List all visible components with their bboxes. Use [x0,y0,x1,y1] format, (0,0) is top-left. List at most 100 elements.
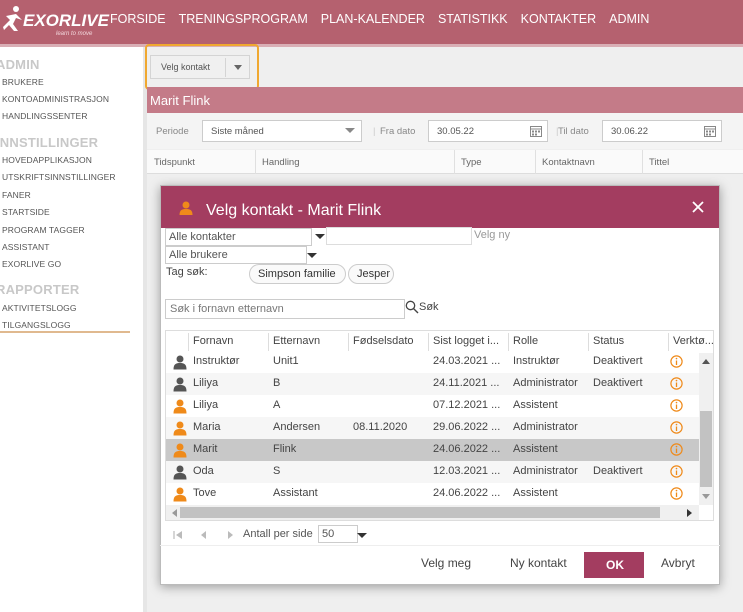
vertical-scroll-thumb[interactable] [700,411,712,487]
avbryt-button[interactable]: Avbryt [661,556,695,570]
col-etternavn[interactable]: Etternavn [273,335,320,347]
table-row[interactable]: Instruktør Unit1 24.03.2021 ... Instruktør D… [166,351,699,373]
chevron-down-icon[interactable] [357,533,367,538]
fra-dato-field[interactable]: 30.05.22 [428,120,548,142]
info-icon[interactable] [670,355,683,368]
col-tittel[interactable]: Tittel [649,157,669,168]
table-row[interactable]: Liliya A 07.12.2021 ... Assistent [166,395,699,417]
col-tidspunkt[interactable]: Tidspunkt [154,157,195,168]
nav-plan-kalender[interactable]: PLAN-KALENDER [321,12,425,26]
col-verktoy[interactable]: Verktø... [673,335,713,347]
per-page-select[interactable]: 50 [318,525,358,543]
scroll-down-icon[interactable] [701,493,711,501]
scroll-up-icon[interactable] [701,357,711,365]
search-icon[interactable] [405,300,419,314]
selected-contact-band: Marit Flink [147,87,743,113]
prev-page-icon[interactable] [199,530,209,540]
exorlive-logo[interactable]: EXORLIVE learn to move [2,4,109,38]
cell-sist-logget: 24.03.2021 ... [433,355,501,367]
info-icon[interactable] [670,487,683,500]
nav-treningsprogram[interactable]: TRENINGSPROGRAM [179,12,308,26]
selected-contact-name: Marit Flink [150,93,210,108]
nav-forside[interactable]: FORSIDE [110,12,166,26]
sidebar-item-exorlive-go[interactable]: EXORLIVE GO [2,259,61,269]
per-page-value: 50 [322,528,335,540]
velg-kontakt-separator [225,58,226,77]
nav-kontakter[interactable]: KONTAKTER [521,12,596,26]
scroll-left-icon[interactable] [170,508,178,518]
sidebar-item-aktivitetslogg[interactable]: AKTIVITETSLOGG [2,303,77,313]
velg-ny-input[interactable] [326,227,472,245]
table-row[interactable]: Maria Andersen 08.11.2020 29.06.2022 ... Adm… [166,417,699,439]
contacts-filter-select[interactable]: Alle kontakter [165,228,312,246]
cell-rolle: Administrator [513,377,578,389]
sidebar-item-brukere[interactable]: BRUKERE [2,77,44,87]
dialog-title-bar: Velg kontakt - Marit Flink [161,186,719,228]
info-icon[interactable] [670,443,683,456]
table-row[interactable]: Marit Flink 24.06.2022 ... Assistent [166,439,699,461]
cell-fornavn: Liliya [193,399,219,411]
tag-label: Simpson familie [258,268,336,280]
periode-dropdown-icon [345,128,355,133]
calendar-icon[interactable] [530,125,542,137]
sidebar-item-faner[interactable]: FANER [2,190,31,200]
person-icon [173,443,187,458]
table-row[interactable]: Liliya B 24.11.2021 ... Administrator Deakti… [166,373,699,395]
ny-kontakt-button[interactable]: Ny kontakt [510,556,567,570]
tag-simpson-familie[interactable]: Simpson familie [249,264,346,284]
velg-meg-button[interactable]: Velg meg [421,556,471,570]
chevron-down-icon[interactable] [315,234,325,239]
info-icon[interactable] [670,377,683,390]
horizontal-scrollbar[interactable] [166,505,699,520]
nav-statistikk[interactable]: STATISTIKK [438,12,508,26]
scroll-right-icon[interactable] [686,508,694,518]
sidebar-item-kontoadministrasjon[interactable]: KONTOADMINISTRASJON [2,94,109,104]
til-dato-field[interactable]: 30.06.22 [602,120,722,142]
calendar-icon[interactable] [704,125,716,137]
person-icon [179,201,193,215]
vertical-scrollbar[interactable] [699,353,713,505]
col-rolle[interactable]: Rolle [513,335,538,347]
cell-fornavn: Liliya [193,377,219,389]
sidebar-item-startside[interactable]: STARTSIDE [2,207,50,217]
horizontal-scroll-thumb[interactable] [180,507,660,518]
sidebar-item-tilgangslogg[interactable]: TILGANGSLOGG [2,320,71,330]
info-icon[interactable] [670,421,683,434]
tag-jesper[interactable]: Jesper [348,264,394,284]
users-filter-select[interactable]: Alle brukere [165,246,307,264]
sidebar-section-innstillinger: INNSTILLINGER [0,135,99,150]
sidebar-item-program-tagger[interactable]: PROGRAM TAGGER [2,225,85,235]
periode-select[interactable]: Siste måned [202,120,362,142]
sidebar-item-handlingssenter[interactable]: HANDLINGSSENTER [2,111,88,121]
table-row[interactable]: Oda S 12.03.2021 ... Administrator Deaktiver… [166,461,699,483]
chevron-down-icon[interactable] [307,253,317,258]
ok-button[interactable]: OK [584,552,644,578]
table-row[interactable]: Tove Assistant 24.06.2022 ... Assistent [166,483,699,505]
sidebar-item-assistant[interactable]: ASSISTANT [2,242,50,252]
search-input[interactable]: Søk i fornavn etternavn [165,299,405,319]
col-handling[interactable]: Handling [262,157,300,168]
col-status[interactable]: Status [593,335,624,347]
col-kontaktnavn[interactable]: Kontaktnavn [542,157,595,168]
close-icon[interactable] [691,200,705,214]
first-page-icon[interactable] [173,530,183,540]
nav-admin[interactable]: ADMIN [607,12,652,47]
next-page-icon[interactable] [225,530,235,540]
chevron-down-icon[interactable] [231,60,245,74]
velg-kontakt-button[interactable]: Velg kontakt [150,55,250,79]
col-type[interactable]: Type [461,157,482,168]
log-grid-header: Tidspunkt Handling Type Kontaktnavn Titt… [147,150,743,174]
sidebar-item-utskriftsinnstillinger[interactable]: UTSKRIFTSINNSTILLINGER [2,172,116,182]
cell-status: Deaktivert [593,355,643,367]
contacts-table: Fornavn Etternavn Fødselsdato Sist logge… [165,330,714,521]
search-button[interactable]: Søk [419,301,439,313]
fra-dato-label: Fra dato [380,126,416,137]
cell-sist-logget: 12.03.2021 ... [433,465,501,477]
col-fodselsdato[interactable]: Fødselsdato [353,335,414,347]
col-separator [268,333,269,351]
info-icon[interactable] [670,399,683,412]
sidebar-item-hovedapplikasjon[interactable]: HOVEDAPPLIKASJON [2,155,92,165]
col-sist-logget[interactable]: Sist logget i... [433,335,499,347]
info-icon[interactable] [670,465,683,478]
col-fornavn[interactable]: Fornavn [193,335,233,347]
